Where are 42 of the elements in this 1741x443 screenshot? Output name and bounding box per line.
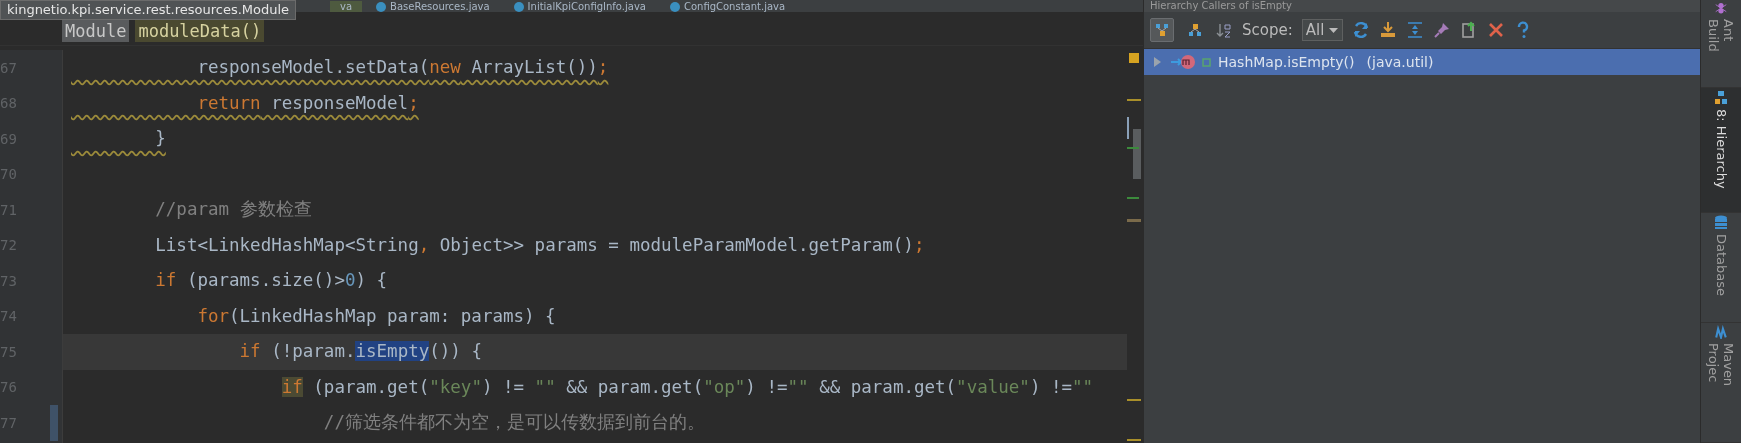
code-line: responseModel.setData(new ArrayList()); xyxy=(196,56,610,79)
ant-icon xyxy=(1714,2,1728,16)
maven-icon xyxy=(1714,325,1728,340)
tool-window-tab[interactable]: Database xyxy=(1701,213,1741,323)
code-line: } xyxy=(154,127,167,150)
code-line: return responseModel; xyxy=(196,91,420,115)
caret-icon xyxy=(1328,26,1340,34)
package-name: (java.util) xyxy=(1366,54,1434,70)
class-icon xyxy=(513,1,524,12)
scope-dropdown[interactable]: All xyxy=(1301,19,1344,41)
tool-window-tab[interactable]: 8: Hierarchy xyxy=(1701,88,1741,213)
database-icon xyxy=(1714,215,1728,230)
hierarchy-icon xyxy=(1714,90,1728,105)
expand-all-icon[interactable] xyxy=(1406,21,1425,39)
editor-tab[interactable]: va xyxy=(330,1,363,12)
code-line: List<LinkedHashMap<String, Object>> params = moduleParamModel.getParam(); xyxy=(154,233,926,257)
method-name: HashMap.isEmpty() xyxy=(1218,54,1355,70)
code-line: for(LinkedHashMap param: params) { xyxy=(196,304,557,328)
code-line: if (params.size()>0) { xyxy=(154,269,389,292)
scope-label: Scope: xyxy=(1242,21,1293,39)
caller-hierarchy-icon xyxy=(1154,22,1170,38)
tool-window-tab[interactable]: Maven Projec xyxy=(1701,323,1741,443)
sort-alphabetically-icon[interactable] xyxy=(1216,21,1233,39)
callee-hierarchy-icon xyxy=(1187,22,1203,38)
warning-status-icon xyxy=(1127,53,1141,65)
class-icon xyxy=(669,1,680,12)
pin-icon[interactable] xyxy=(1433,21,1452,39)
tooltip: kingnetio.kpi.service.rest.resources.Module xyxy=(0,0,297,20)
code-line: if (param.get("key") != "" && param.get("op") !="" && param.get("value") !="" xyxy=(280,375,1095,399)
code-line: //筛选条件都不为空，是可以传数据到前台的。 xyxy=(322,411,706,434)
refresh-icon[interactable] xyxy=(1352,21,1371,39)
class-icon xyxy=(376,1,387,12)
tree-row[interactable]: HashMap.isEmpty() (java.util) xyxy=(1144,49,1700,75)
close-icon[interactable] xyxy=(1487,21,1506,39)
export-icon[interactable] xyxy=(1379,21,1398,39)
expand-arrow-icon xyxy=(1152,56,1163,68)
method-icon xyxy=(1169,54,1196,70)
breadcrumb[interactable]: Module xyxy=(62,20,130,42)
code-line: //param 参数检查 xyxy=(154,198,313,221)
breadcrumb[interactable]: moduleData() xyxy=(135,20,265,42)
panel-title: Hierarchy Callers of isEmpty xyxy=(1144,0,1700,12)
view-toggle-button[interactable] xyxy=(1150,18,1174,42)
